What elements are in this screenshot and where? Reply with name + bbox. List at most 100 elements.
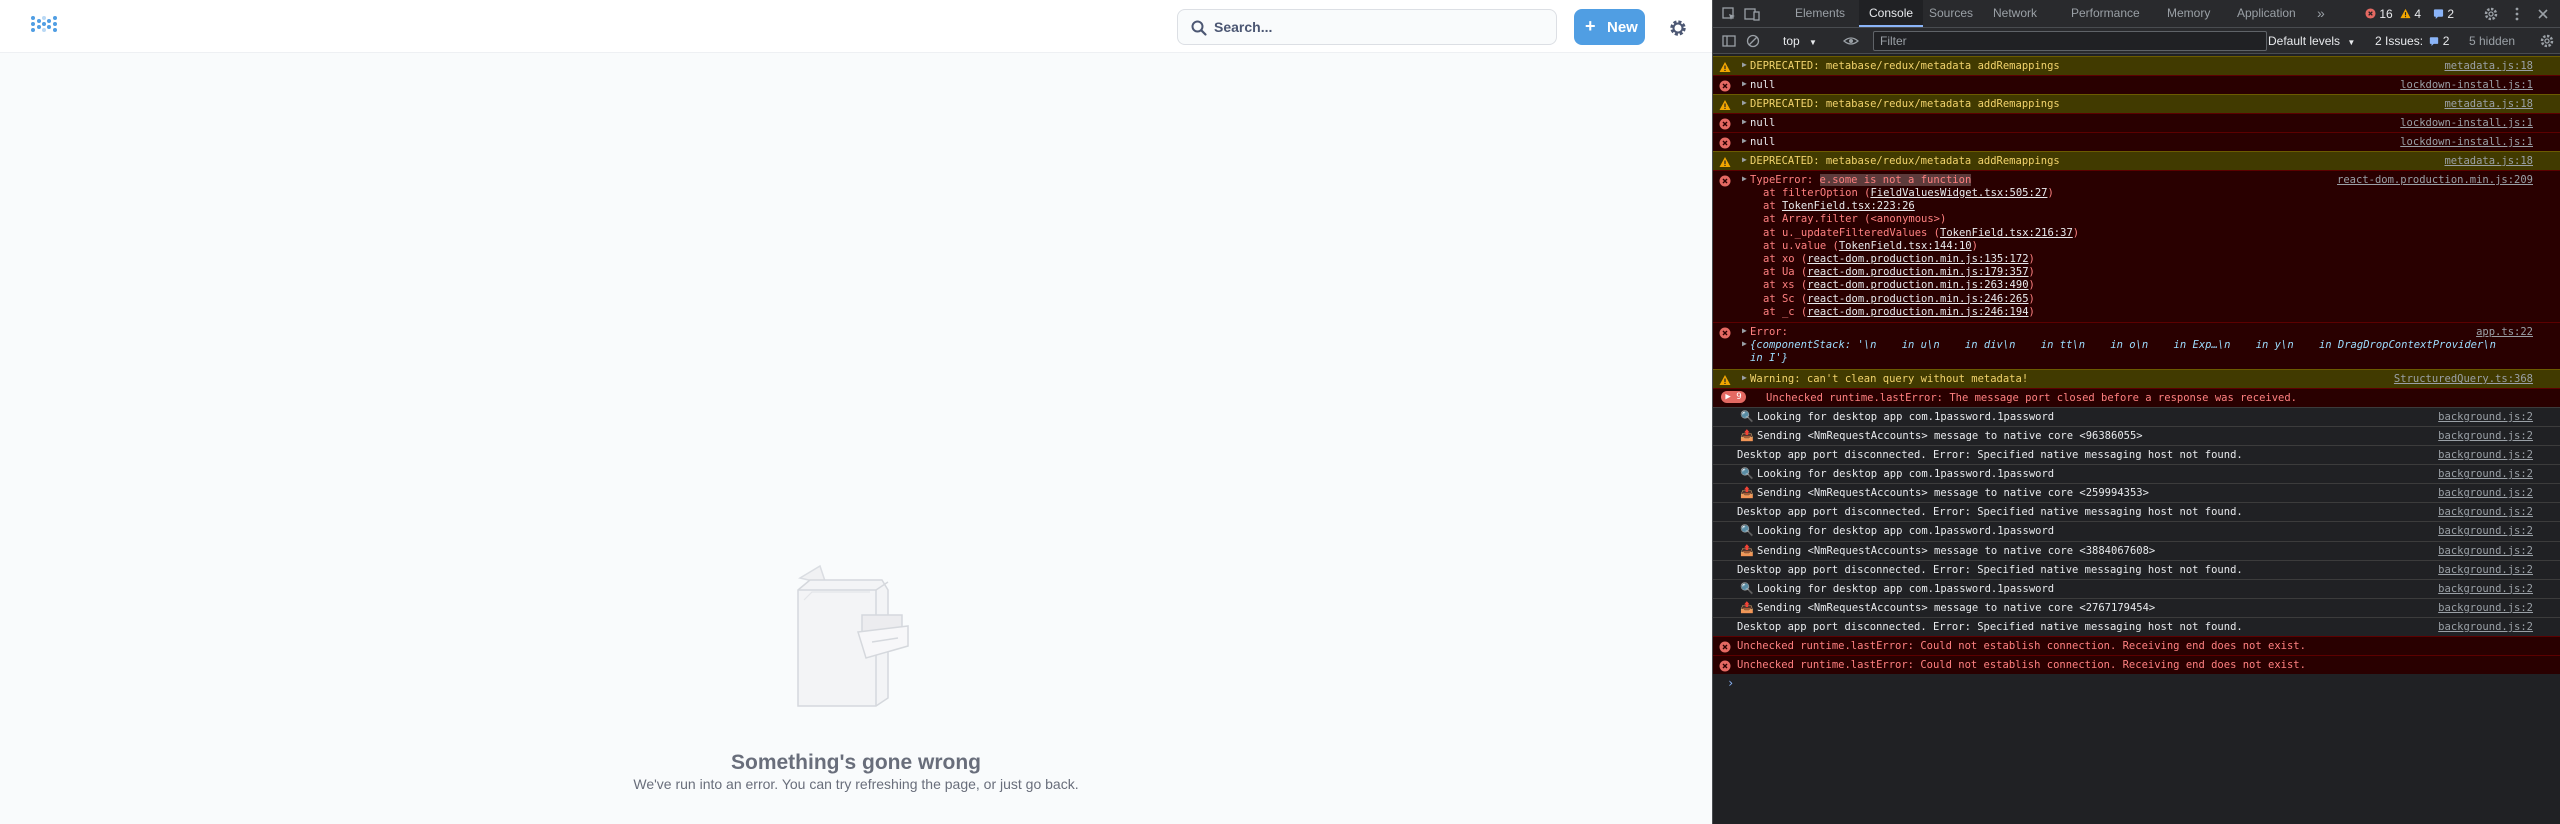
- source-link[interactable]: metadata.js:18: [2444, 98, 2533, 111]
- stack-frame-link[interactable]: react-dom.production.min.js:179:357: [1807, 266, 2028, 278]
- console-error-row[interactable]: ▶ null lockdown-install.js:1: [1713, 132, 2560, 151]
- repeat-count-badge[interactable]: ▶ 9: [1721, 391, 1746, 403]
- devtools-tabbar: Elements Console Sources Network Perform…: [1713, 0, 2560, 28]
- console-log-row[interactable]: Desktop app port disconnected. Error: Sp…: [1713, 445, 2560, 464]
- stack-frame-link[interactable]: react-dom.production.min.js:246:194: [1807, 306, 2028, 318]
- warning-counter[interactable]: 4: [2400, 6, 2421, 22]
- gear-icon[interactable]: [1667, 17, 1689, 39]
- console-error-row[interactable]: ▶ Error: app.ts:22 ▶ {componentStack: '\…: [1713, 322, 2560, 369]
- source-link[interactable]: react-dom.production.min.js:209: [2337, 174, 2533, 187]
- stack-trace: at filterOption (FieldValuesWidget.tsx:5…: [1763, 187, 2079, 319]
- console-warning-row[interactable]: ▶ Warning: can't clean query without met…: [1713, 369, 2560, 388]
- log-levels-dropdown[interactable]: Default levels ▼: [2268, 32, 2355, 52]
- search-bar[interactable]: Search...: [1177, 9, 1557, 45]
- console-prompt[interactable]: ›: [1727, 676, 1734, 690]
- console-log-row[interactable]: Desktop app port disconnected. Error: Sp…: [1713, 616, 2560, 636]
- tab-elements[interactable]: Elements: [1795, 0, 1845, 27]
- stack-frame-link[interactable]: TokenField.tsx:216:37: [1940, 227, 2073, 239]
- console-log-row[interactable]: 🔍 Looking for desktop app com.1password.1…: [1713, 578, 2560, 598]
- device-toolbar-icon[interactable]: [1744, 6, 1760, 22]
- expand-triangle-icon[interactable]: ▶: [1742, 117, 1747, 126]
- tab-network[interactable]: Network: [1993, 0, 2037, 27]
- console-error-row[interactable]: Unchecked runtime.lastError: Could not e…: [1713, 655, 2560, 674]
- source-link[interactable]: background.js:2: [2438, 449, 2533, 462]
- stack-frame-text: at xo (: [1763, 253, 1808, 266]
- console-log-row[interactable]: 📤 Sending <NmRequestAccounts> message to …: [1713, 483, 2560, 502]
- expand-triangle-icon[interactable]: ▶: [1742, 174, 1747, 183]
- console-error-row[interactable]: ▶ null lockdown-install.js:1: [1713, 75, 2560, 94]
- message-counter[interactable]: 2: [2433, 6, 2454, 22]
- issues-button[interactable]: 2 Issues: 2: [2375, 32, 2449, 50]
- expand-triangle-icon[interactable]: ▶: [1742, 155, 1747, 164]
- source-link[interactable]: StructuredQuery.ts:368: [2394, 373, 2533, 386]
- console-log-row[interactable]: 🔍 Looking for desktop app com.1password.1…: [1713, 521, 2560, 540]
- clear-console-icon[interactable]: [1745, 33, 1761, 49]
- expand-triangle-icon[interactable]: ▶: [1742, 136, 1747, 145]
- eye-icon[interactable]: [1843, 33, 1859, 49]
- stack-frame-link[interactable]: TokenField.tsx:144:10: [1839, 240, 1972, 252]
- source-link[interactable]: metadata.js:18: [2444, 155, 2533, 168]
- source-link[interactable]: background.js:2: [2438, 583, 2533, 596]
- console-message: Sending <NmRequestAccounts> message to n…: [1757, 430, 2143, 443]
- expand-triangle-icon[interactable]: ▶: [1742, 98, 1747, 107]
- source-link[interactable]: background.js:2: [2438, 602, 2533, 615]
- tab-performance[interactable]: Performance: [2071, 0, 2140, 27]
- tab-application[interactable]: Application: [2237, 0, 2296, 27]
- expand-triangle-icon[interactable]: ▶: [1742, 339, 1747, 348]
- console-error-row[interactable]: Unchecked runtime.lastError: Could not e…: [1713, 636, 2560, 655]
- error-counter[interactable]: 16: [2365, 6, 2393, 22]
- context-selector[interactable]: top ▼: [1783, 32, 1817, 50]
- new-button[interactable]: + New: [1574, 9, 1645, 45]
- source-link[interactable]: background.js:2: [2438, 525, 2533, 538]
- stack-frame-link[interactable]: react-dom.production.min.js:246:265: [1807, 293, 2028, 305]
- source-link[interactable]: background.js:2: [2438, 621, 2533, 634]
- console-error-row[interactable]: ▶ null lockdown-install.js:1: [1713, 113, 2560, 132]
- console-message: Warning: can't clean query without metad…: [1750, 373, 2029, 385]
- console-settings-gear-icon[interactable]: [2539, 33, 2555, 49]
- console-log-row[interactable]: 📤 Sending <NmRequestAccounts> message to …: [1713, 597, 2560, 617]
- stack-frame-link[interactable]: react-dom.production.min.js:263:490: [1807, 279, 2028, 291]
- stack-frame-link[interactable]: TokenField.tsx:223:26: [1782, 200, 1915, 212]
- more-tabs-chevron-icon[interactable]: »: [2317, 0, 2325, 27]
- metabase-logo[interactable]: [31, 14, 57, 38]
- dropdown-arrow-icon: ▼: [2347, 38, 2356, 47]
- console-warning-row[interactable]: ▶ DEPRECATED: metabase/redux/metadata ad…: [1713, 56, 2560, 75]
- source-link[interactable]: background.js:2: [2438, 506, 2533, 519]
- console-log-row[interactable]: Desktop app port disconnected. Error: Sp…: [1713, 502, 2560, 521]
- kebab-menu-icon[interactable]: [2509, 6, 2525, 22]
- tab-memory[interactable]: Memory: [2167, 0, 2210, 27]
- inspect-element-icon[interactable]: [1721, 6, 1737, 22]
- console-warning-row[interactable]: ▶ DEPRECATED: metabase/redux/metadata ad…: [1713, 94, 2560, 113]
- source-link[interactable]: background.js:2: [2438, 487, 2533, 500]
- source-link[interactable]: background.js:2: [2438, 564, 2533, 577]
- source-link[interactable]: app.ts:22: [2476, 326, 2533, 339]
- source-link[interactable]: lockdown-install.js:1: [2400, 136, 2533, 149]
- console-log-row[interactable]: 📤 Sending <NmRequestAccounts> message to …: [1713, 426, 2560, 445]
- expand-triangle-icon[interactable]: ▶: [1742, 60, 1747, 69]
- source-link[interactable]: background.js:2: [2438, 468, 2533, 481]
- console-log-row[interactable]: 📤 Sending <NmRequestAccounts> message to …: [1713, 540, 2560, 560]
- source-link[interactable]: lockdown-install.js:1: [2400, 79, 2533, 92]
- expand-triangle-icon[interactable]: ▶: [1742, 326, 1747, 335]
- console-log-row[interactable]: 🔍 Looking for desktop app com.1password.1…: [1713, 407, 2560, 426]
- expand-triangle-icon[interactable]: ▶: [1742, 373, 1747, 382]
- filter-input[interactable]: Filter: [1873, 31, 2267, 51]
- close-icon[interactable]: [2535, 6, 2551, 22]
- source-link[interactable]: background.js:2: [2438, 545, 2533, 558]
- tab-console[interactable]: Console: [1859, 0, 1924, 27]
- tab-sources[interactable]: Sources: [1929, 0, 1973, 27]
- console-log-row[interactable]: 🔍 Looking for desktop app com.1password.1…: [1713, 464, 2560, 483]
- source-link[interactable]: lockdown-install.js:1: [2400, 117, 2533, 130]
- source-link[interactable]: background.js:2: [2438, 411, 2533, 424]
- console-warning-row[interactable]: ▶ DEPRECATED: metabase/redux/metadata ad…: [1713, 151, 2560, 170]
- stack-frame-link[interactable]: react-dom.production.min.js:135:172: [1807, 253, 2028, 265]
- expand-triangle-icon[interactable]: ▶: [1742, 79, 1747, 88]
- stack-frame-link[interactable]: FieldValuesWidget.tsx:505:27: [1870, 187, 2047, 199]
- console-typeerror-row[interactable]: ▶ TypeError: e.some is not a function re…: [1713, 170, 2560, 322]
- settings-gear-icon[interactable]: [2483, 6, 2499, 22]
- source-link[interactable]: background.js:2: [2438, 430, 2533, 443]
- console-error-group-row[interactable]: ▶ 9 Unchecked runtime.lastError: The mes…: [1713, 388, 2560, 407]
- sidebar-toggle-icon[interactable]: [1721, 33, 1737, 49]
- source-link[interactable]: metadata.js:18: [2444, 60, 2533, 73]
- console-log-row[interactable]: Desktop app port disconnected. Error: Sp…: [1713, 559, 2560, 579]
